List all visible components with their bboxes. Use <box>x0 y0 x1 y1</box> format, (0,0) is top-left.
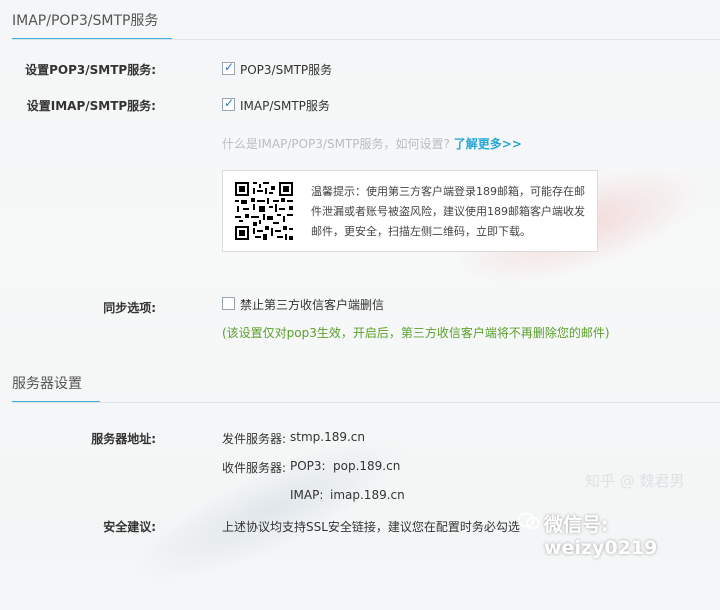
recv-server-label: 收件服务器: <box>222 461 287 475</box>
prevent-delete-checkbox[interactable] <box>222 297 235 310</box>
pop3-server-value: pop.189.cn <box>333 459 401 473</box>
pop3-checkbox[interactable]: ✓ <box>222 60 235 75</box>
section-divider <box>12 39 720 40</box>
sync-note: (该设置仅对pop3生效，开启后，第三方收信客户端将不再删除您的邮件) <box>222 326 610 340</box>
section-title-imap: IMAP/POP3/SMTP服务 <box>12 13 159 29</box>
send-server-value: stmp.189.cn <box>290 430 365 444</box>
pop3-setting-label: 设置POP3/SMTP服务: <box>25 63 156 77</box>
server-address-label: 服务器地址: <box>91 432 156 446</box>
security-advice-label: 安全建议: <box>103 520 156 534</box>
pop3-server-label: POP3: <box>290 459 326 473</box>
pop3-checkbox-label[interactable]: POP3/SMTP服务 <box>240 61 332 78</box>
help-line: 什么是IMAP/POP3/SMTP服务，如何设置? 了解更多>> <box>222 135 522 152</box>
checkmark-icon: ✓ <box>224 96 235 110</box>
section-title-server: 服务器设置 <box>12 376 82 392</box>
tip-text: 温馨提示：使用第三方客户端登录189邮箱，可能存在邮件泄漏或者账号被盗风险，建议… <box>311 185 585 238</box>
imap-server-value: imap.189.cn <box>330 488 405 502</box>
qr-code-icon <box>235 182 293 240</box>
help-question: 什么是IMAP/POP3/SMTP服务，如何设置? <box>222 137 450 151</box>
wechat-watermark: 微信号: weizy0219 <box>544 514 658 559</box>
imap-checkbox[interactable]: ✓ <box>222 96 235 111</box>
send-server-label: 发件服务器: <box>222 432 287 446</box>
imap-checkbox-label[interactable]: IMAP/SMTP服务 <box>240 97 330 114</box>
wechat-icon <box>518 512 540 529</box>
security-advice-text: 上述协议均支持SSL安全链接，建议您在配置时务必勾选 <box>222 520 520 534</box>
learn-more-link[interactable]: 了解更多>> <box>454 137 522 151</box>
section-divider <box>12 402 720 403</box>
imap-setting-label: 设置IMAP/SMTP服务: <box>26 99 156 113</box>
prevent-delete-label[interactable]: 禁止第三方收信客户端删信 <box>240 296 384 313</box>
tip-box: 温馨提示：使用第三方客户端登录189邮箱，可能存在邮件泄漏或者账号被盗风险，建议… <box>222 170 598 252</box>
sync-options-label: 同步选项: <box>103 301 156 315</box>
checkmark-icon: ✓ <box>224 60 235 74</box>
background-watermark: 知乎 @ 魏君男 <box>585 472 685 490</box>
imap-server-label: IMAP: <box>290 488 324 502</box>
